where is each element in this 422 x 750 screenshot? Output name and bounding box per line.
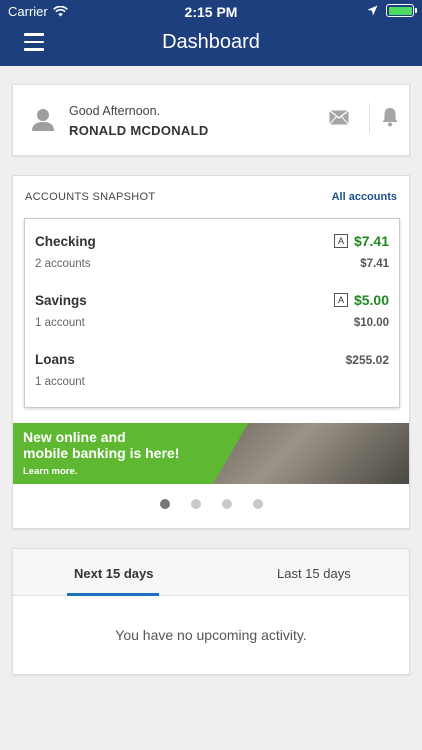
mail-icon[interactable] [329,110,349,125]
tab-next-15-days[interactable]: Next 15 days [74,566,154,581]
active-tab-indicator [67,593,159,596]
all-accounts-link[interactable]: All accounts [332,191,397,203]
account-name: Loans [35,352,75,367]
account-name: Savings [35,293,87,308]
account-balance-amount: $255.02 [345,353,389,367]
account-primary: $255.02 [346,353,389,367]
carousel-dot[interactable] [252,499,263,509]
user-avatar-icon [32,109,54,131]
promo-line-1: New online and [23,429,126,445]
tab-last-15-days[interactable]: Last 15 days [277,566,351,581]
promo-line-2: mobile banking is here! [23,445,180,461]
battery-icon [386,4,417,17]
greeting-card: Good Afternoon. RONALD MCDONALD [12,84,410,156]
account-count: 1 account [35,317,85,329]
location-arrow-icon [367,5,378,16]
carousel-dot[interactable] [159,499,170,509]
greeting-text: Good Afternoon. [69,104,161,118]
available-badge: A [333,293,348,307]
activity-tabs: Next 15 days Last 15 days [13,549,409,596]
bell-icon[interactable] [381,107,399,127]
account-row-checking[interactable]: Checking 2 accounts A $7.41 $7.41 [35,227,389,282]
status-time: 2:15 PM [184,4,238,20]
account-primary: A $7.41 [333,233,389,249]
account-count: 1 account [35,376,85,388]
accounts-list: Checking 2 accounts A $7.41 $7.41 Saving… [24,218,400,408]
promo-photo [213,423,409,484]
carousel-dot[interactable] [221,499,232,509]
accounts-snapshot-card: ACCOUNTS SNAPSHOT All accounts Checking … [12,175,410,529]
account-name: Checking [35,234,96,249]
account-balance-amount: $7.41 [360,258,389,270]
header-divider [369,103,370,133]
carousel-dot[interactable] [190,499,201,509]
account-row-loans[interactable]: Loans 1 account $255.02 [35,345,389,400]
snapshot-title: ACCOUNTS SNAPSHOT [25,191,156,203]
account-row-savings[interactable]: Savings 1 account A $5.00 $10.00 [35,286,389,341]
top-bar: Carrier 2:15 PM Dashboard [0,0,422,66]
page-title: Dashboard [162,31,260,53]
user-name: RONALD MCDONALD [69,123,209,138]
activity-card: Next 15 days Last 15 days You have no up… [12,548,410,675]
account-balance-amount: $10.00 [353,317,389,329]
status-right [367,4,417,17]
status-bar: Carrier 2:15 PM [0,0,422,22]
account-count: 2 accounts [35,258,91,270]
account-available-amount: $5.00 [353,292,389,308]
promo-headline: New online and mobile banking is here! [23,429,179,461]
account-primary: A $5.00 [333,292,389,308]
account-available-amount: $7.41 [353,233,389,249]
empty-activity-message: You have no upcoming activity. [115,627,307,643]
available-badge: A [333,234,348,248]
promo-learn-more[interactable]: Learn more. [23,466,77,477]
promo-banner[interactable]: New online and mobile banking is here! L… [13,423,409,484]
carousel-dots [13,499,409,509]
